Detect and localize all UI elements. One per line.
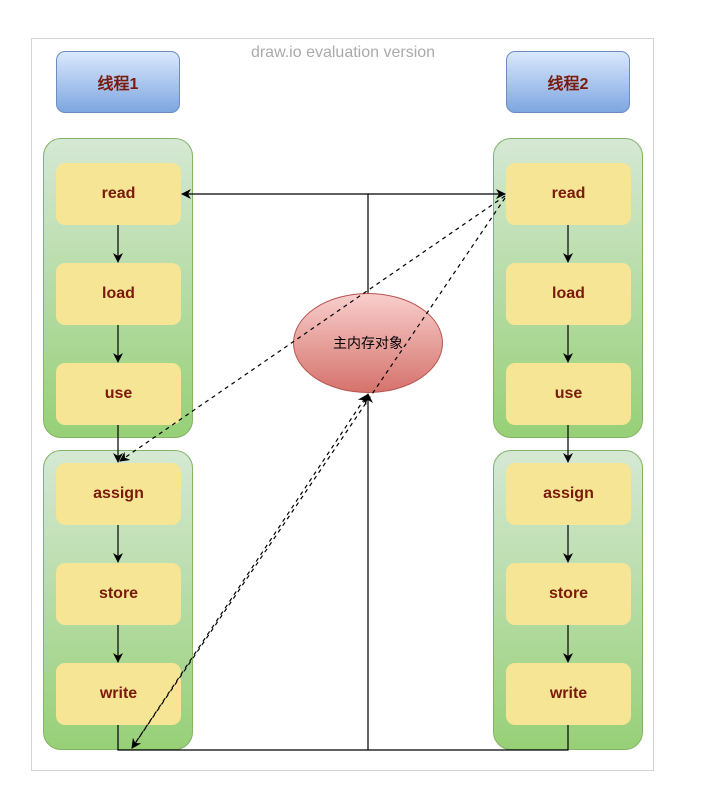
dashed-t2read-t1write	[131, 197, 506, 749]
dashed-t2read-t1assign	[119, 195, 506, 462]
edge-writes-memory	[117, 725, 569, 751]
edge-memory-t1-read	[181, 189, 369, 293]
connectors	[113, 189, 573, 751]
